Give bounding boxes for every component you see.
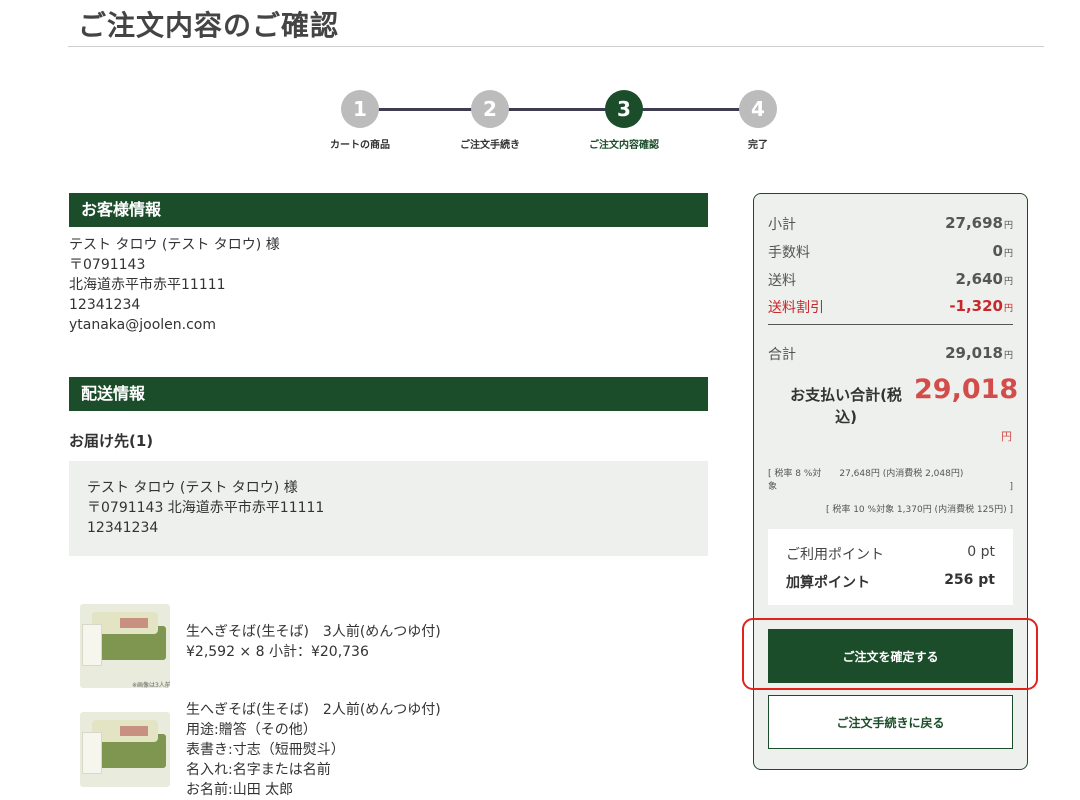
- step-1-label: カートの商品: [330, 140, 390, 151]
- yen-unit: 円: [1003, 249, 1013, 259]
- points-used-label: ご利用ポイント: [786, 547, 884, 563]
- total-amount: 29,018: [945, 344, 1003, 362]
- title-divider: [68, 46, 1044, 47]
- customer-email: ytanaka@joolen.com: [69, 317, 216, 333]
- total-label: 合計: [768, 347, 796, 363]
- soba-box-label: [120, 618, 148, 628]
- step-4-label: 完了: [748, 140, 768, 151]
- shipping-fee-value: 2,640円: [956, 270, 1013, 290]
- shipping-discount-label: 送料割引: [768, 300, 824, 316]
- step-3-number: 3: [605, 90, 643, 128]
- shipping-discount-row: 送料割引 -1,320円: [768, 297, 1013, 317]
- product-leaflet: [82, 732, 102, 774]
- product-option-naire: 名入れ:名字または名前: [186, 762, 331, 778]
- yen-unit: 円: [1003, 277, 1013, 287]
- product-option-noshi: 表書き:寸志（短冊熨斗）: [186, 742, 345, 758]
- product-image: [80, 712, 170, 787]
- product-price-line: ¥2,592 × 8 小計：¥20,736: [186, 644, 369, 660]
- product-leaflet: [82, 624, 102, 666]
- points-earned-value: 256 pt: [944, 572, 995, 588]
- fee-row: 手数料 0円: [768, 242, 1013, 262]
- points-used-row: ご利用ポイント 0 pt: [786, 544, 995, 564]
- fee-amount: 0: [992, 242, 1003, 260]
- step-2-number: 2: [471, 90, 509, 128]
- summary-divider: [768, 324, 1013, 325]
- shipping-fee-label: 送料: [768, 273, 796, 289]
- step-2-label: ご注文手続き: [460, 140, 520, 151]
- subtotal-label: 小計: [768, 217, 796, 233]
- checkout-stepper: 1 カートの商品 2 ご注文手続き 3 ご注文内容確認 4 完了: [300, 90, 800, 160]
- tax-8-line: [ 税率 8 %対 27,648円 (内消費税 2,048円): [768, 469, 964, 479]
- yen-unit: 円: [1003, 221, 1013, 231]
- back-to-checkout-button[interactable]: ご注文手続きに戻る: [768, 695, 1013, 749]
- destination-phone: 12341234: [87, 520, 159, 536]
- destination-box: テスト タロウ (テスト タロウ) 様 〒0791143 北海道赤平市赤平111…: [69, 461, 708, 556]
- customer-info-header: お客様情報: [69, 193, 708, 227]
- product-item: 生へぎそば(生そば) 2人前(めんつゆ付) 用途:贈答（その他） 表書き:寸志（…: [186, 700, 441, 800]
- tax-8-wrap-bracket: ]: [1009, 482, 1013, 492]
- points-used-value: 0 pt: [967, 544, 995, 560]
- fee-label: 手数料: [768, 245, 810, 261]
- shipping-discount-value: -1,320円: [949, 297, 1013, 317]
- payment-total-label: お支払い合計(税込): [790, 386, 902, 426]
- step-3: 3 ご注文内容確認: [564, 90, 684, 151]
- page-title: ご注文内容のご確認: [78, 9, 340, 42]
- subtotal-row: 小計 27,698円: [768, 214, 1013, 234]
- yen-unit: 円: [1003, 351, 1013, 361]
- step-3-label: ご注文内容確認: [589, 140, 659, 151]
- customer-address: 北海道赤平市赤平11111: [69, 277, 226, 293]
- subtotal-amount: 27,698: [945, 214, 1003, 232]
- subtotal-value: 27,698円: [945, 214, 1013, 234]
- total-value: 29,018円: [945, 344, 1013, 364]
- step-1: 1 カートの商品: [300, 90, 420, 151]
- product-item: 生へぎそば(生そば) 3人前(めんつゆ付) ¥2,592 × 8 小計：¥20,…: [186, 622, 441, 662]
- step-4-number: 4: [739, 90, 777, 128]
- product-option-use: 用途:贈答（その他）: [186, 722, 317, 738]
- shipping-fee-row: 送料 2,640円: [768, 270, 1013, 290]
- customer-name: テスト タロウ (テスト タロウ) 様: [69, 237, 280, 253]
- step-2: 2 ご注文手続き: [430, 90, 550, 151]
- destination-heading: お届け先(1): [69, 432, 154, 450]
- destination-name: テスト タロウ (テスト タロウ) 様: [87, 480, 298, 496]
- payment-total-amount: 29,018: [914, 374, 1019, 405]
- step-4: 4 完了: [698, 90, 818, 151]
- shipping-info-header: 配送情報: [69, 377, 708, 411]
- shipping-discount-amount: -1,320: [949, 297, 1003, 315]
- points-earned-label: 加算ポイント: [786, 575, 870, 591]
- customer-info: テスト タロウ (テスト タロウ) 様 〒0791143 北海道赤平市赤平111…: [69, 235, 280, 335]
- soba-box-label: [120, 726, 148, 736]
- customer-postal-code: 〒0791143: [69, 257, 146, 273]
- yen-unit: 円: [1003, 304, 1013, 314]
- points-box: ご利用ポイント 0 pt 加算ポイント 256 pt: [768, 529, 1013, 605]
- total-row: 合計 29,018円: [768, 344, 1013, 364]
- customer-phone: 12341234: [69, 297, 141, 313]
- tax-8-line-wrap: 象 ]: [768, 481, 1013, 494]
- product-name: 生へぎそば(生そば) 3人前(めんつゆ付): [186, 624, 441, 640]
- step-1-number: 1: [341, 90, 379, 128]
- product-name: 生へぎそば(生そば) 2人前(めんつゆ付): [186, 702, 441, 718]
- shipping-fee-amount: 2,640: [955, 270, 1003, 288]
- order-summary-panel: 小計 27,698円 手数料 0円 送料 2,640円 送料割引 -1,320円…: [753, 193, 1028, 770]
- destination-address: 〒0791143 北海道赤平市赤平11111: [87, 500, 325, 516]
- points-earned-row: 加算ポイント 256 pt: [786, 572, 995, 592]
- product-option-name: お名前:山田 太郎: [186, 782, 294, 798]
- payment-total-unit: 円: [1001, 430, 1012, 443]
- confirm-order-button[interactable]: ご注文を確定する: [768, 629, 1013, 683]
- tax-8-wrap-text: 象: [768, 482, 778, 492]
- product-image: ※画像は3人前です: [80, 604, 170, 688]
- tax-10-line: [ 税率 10 %対象 1,370円 (内消費税 125円) ]: [825, 505, 1013, 515]
- fee-value: 0円: [993, 242, 1013, 262]
- product-image-caption: ※画像は3人前です: [132, 682, 170, 688]
